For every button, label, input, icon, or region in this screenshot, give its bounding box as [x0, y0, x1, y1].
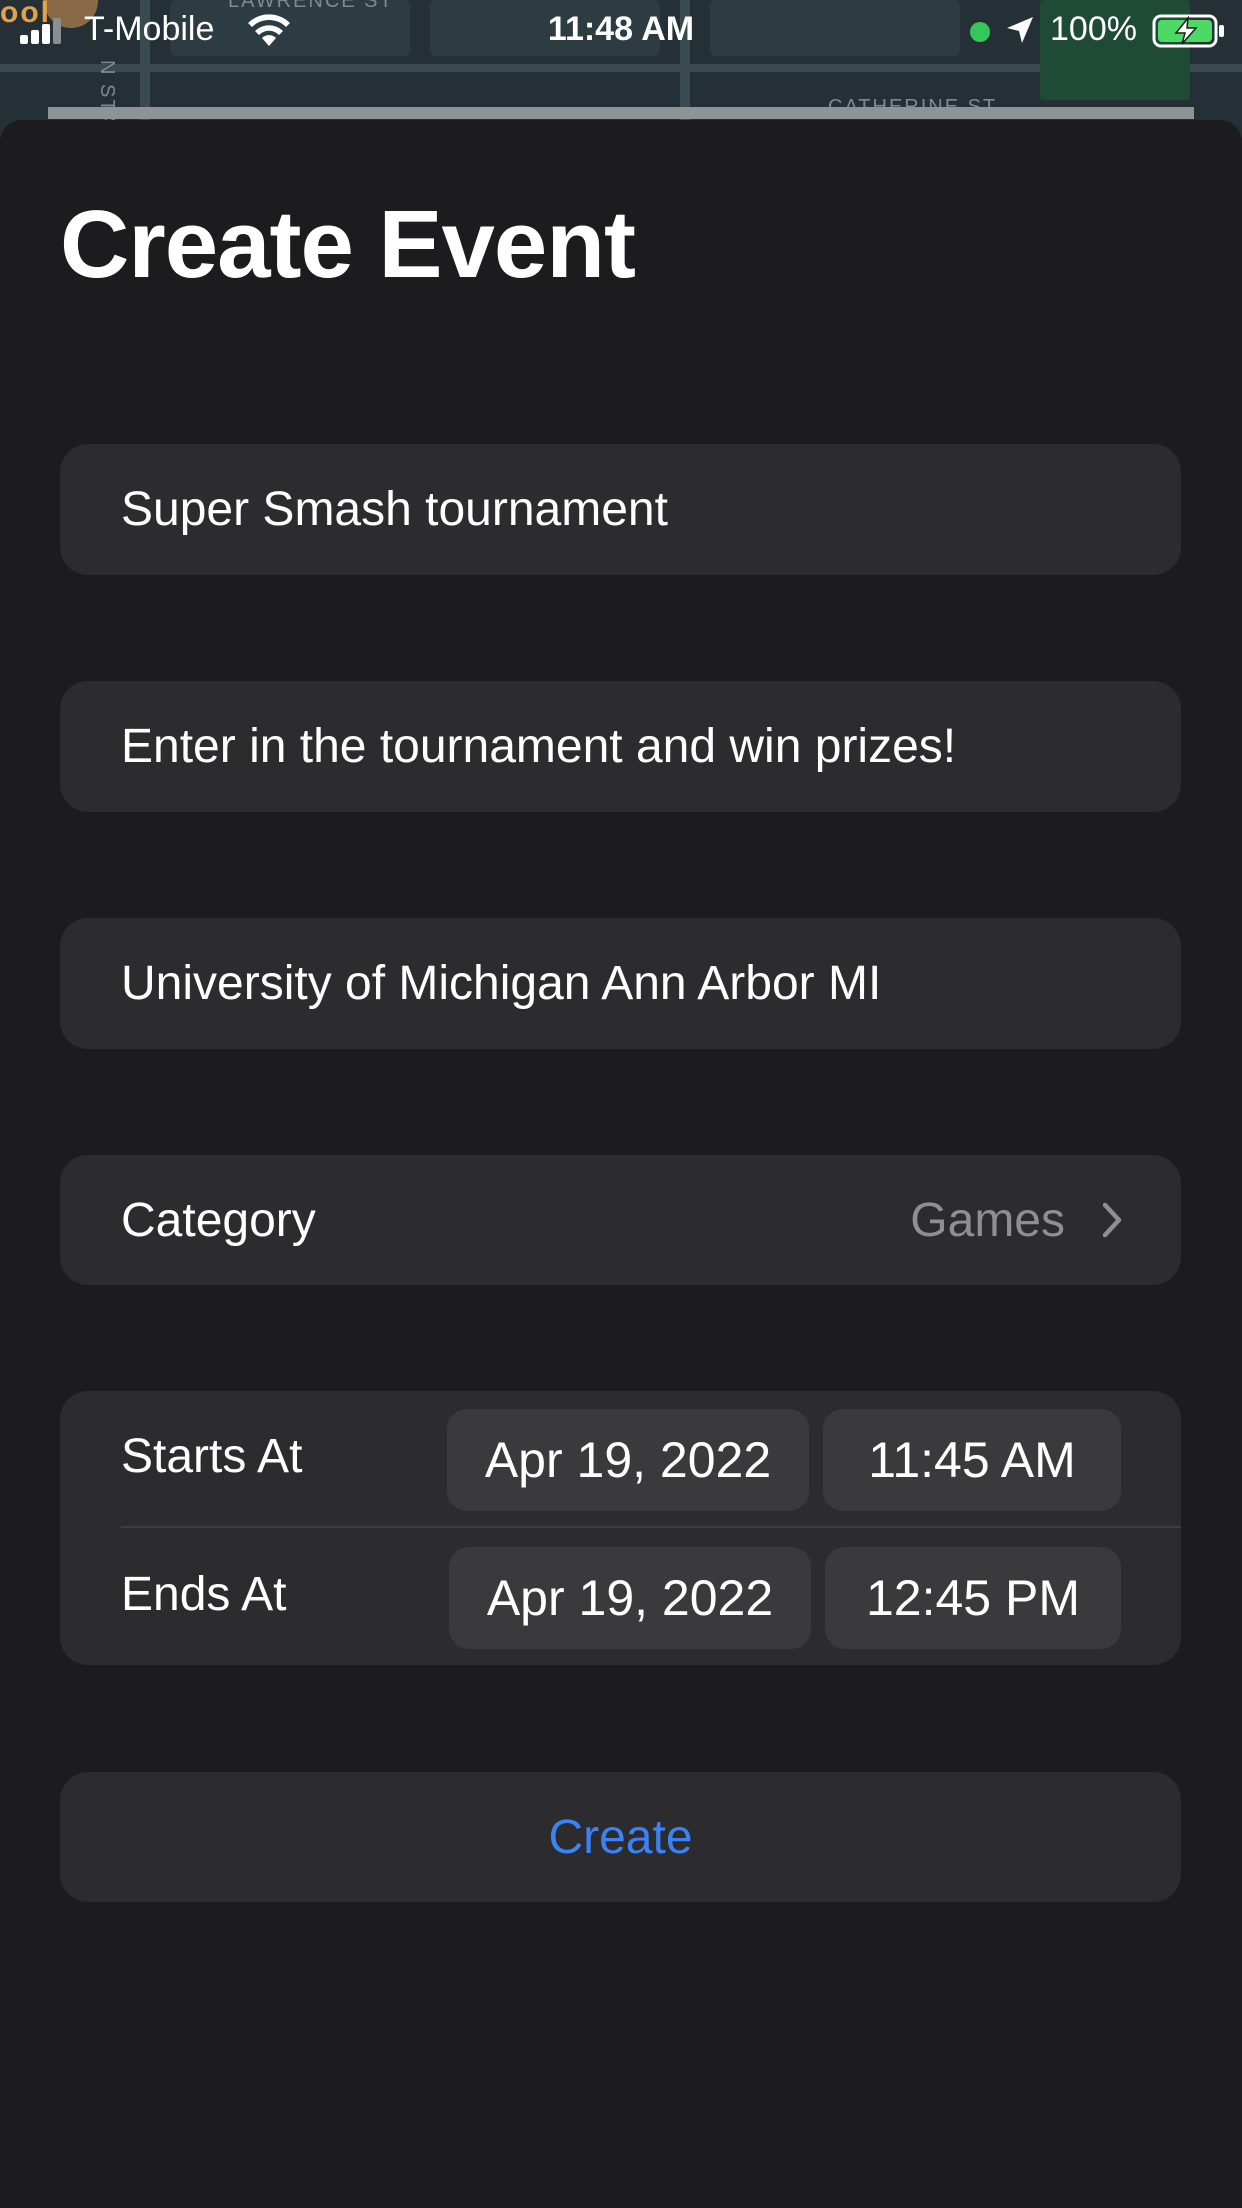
battery-charging-icon	[1152, 14, 1224, 48]
start-time-picker[interactable]: 11:45 AM	[823, 1409, 1121, 1511]
chevron-right-icon	[1102, 1202, 1122, 1238]
ends-at-label: Ends At	[121, 1568, 287, 1621]
camera-in-use-indicator	[970, 22, 990, 42]
event-location-field[interactable]: University of Michigan Ann Arbor MI	[60, 918, 1181, 1049]
screen: ool LAWRENCE ST CATHERINE ST N STATE ST …	[0, 0, 1242, 2208]
start-date-picker[interactable]: Apr 19, 2022	[447, 1409, 809, 1511]
category-value: Games	[910, 1193, 1065, 1247]
status-bar: T-Mobile 11:48 AM 100%	[0, 0, 1242, 62]
end-date-picker[interactable]: Apr 19, 2022	[449, 1547, 811, 1649]
event-description-value: Enter in the tournament and win prizes!	[121, 720, 957, 773]
create-button-label: Create	[548, 1810, 693, 1864]
sheet-stack-edge	[48, 107, 1194, 119]
category-picker-row[interactable]: Category Games	[60, 1155, 1181, 1285]
page-title: Create Event	[60, 191, 636, 298]
event-location-value: University of Michigan Ann Arbor MI	[121, 957, 882, 1010]
create-button[interactable]: Create	[60, 1772, 1181, 1902]
event-name-value: Super Smash tournament	[121, 483, 668, 536]
category-label: Category	[121, 1193, 316, 1247]
date-time-section: Starts At Apr 19, 2022 11:45 AM Ends At …	[60, 1391, 1181, 1665]
row-divider	[121, 1526, 1181, 1528]
starts-at-label: Starts At	[121, 1430, 303, 1483]
event-description-field[interactable]: Enter in the tournament and win prizes!	[60, 681, 1181, 812]
battery-percent: 100%	[1050, 10, 1137, 48]
end-time-picker[interactable]: 12:45 PM	[825, 1547, 1121, 1649]
location-arrow-icon	[1007, 17, 1033, 43]
event-name-field[interactable]: Super Smash tournament	[60, 444, 1181, 575]
